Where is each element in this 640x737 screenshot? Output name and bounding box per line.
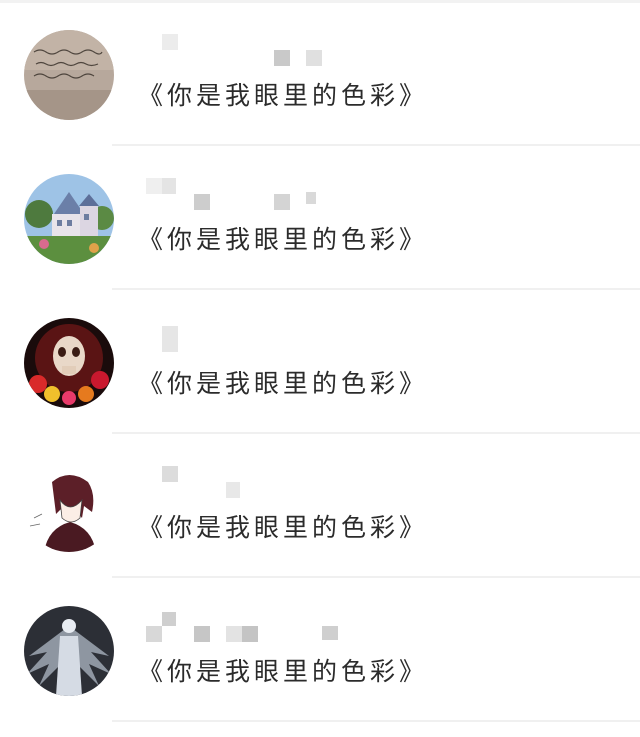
signature-text: 《你是我眼里的色彩》	[138, 513, 429, 542]
row-divider	[112, 720, 640, 722]
winged-figure-avatar[interactable]	[24, 606, 114, 696]
list-item[interactable]: 《你是我眼里的色彩》	[0, 578, 640, 722]
list-item[interactable]: 《你是我眼里的色彩》	[0, 290, 640, 434]
redacted-name	[140, 466, 440, 498]
skull-roses-avatar[interactable]	[24, 318, 114, 408]
list-item[interactable]: 《你是我眼里的色彩》	[0, 434, 640, 578]
anime-character-avatar[interactable]	[24, 462, 114, 552]
redacted-name	[140, 178, 440, 210]
redacted-name	[140, 34, 440, 66]
victorian-house-avatar[interactable]	[24, 174, 114, 264]
signature-text: 《你是我眼里的色彩》	[138, 369, 429, 398]
list-item[interactable]: 《你是我眼里的色彩》	[0, 2, 640, 146]
redacted-name	[140, 612, 440, 642]
redacted-name	[140, 326, 440, 352]
signature-text: 《你是我眼里的色彩》	[138, 225, 429, 254]
handwriting-note-avatar[interactable]	[24, 30, 114, 120]
signature-text: 《你是我眼里的色彩》	[138, 657, 429, 686]
list-item[interactable]: 《你是我眼里的色彩》	[0, 146, 640, 290]
signature-text: 《你是我眼里的色彩》	[138, 81, 429, 110]
